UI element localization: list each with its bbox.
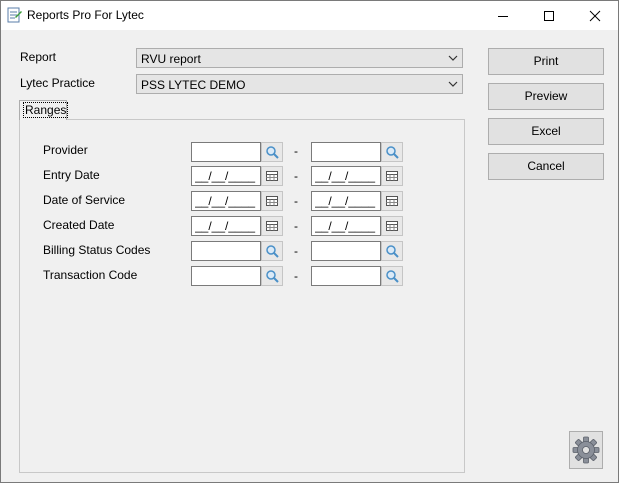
chevron-down-icon [448,81,458,87]
report-label: Report [20,50,57,64]
billing-status-codes-label: Billing Status Codes [43,243,151,257]
entry-date-from-input[interactable] [191,166,261,186]
preview-button[interactable]: Preview [488,83,604,110]
created-date-from-input[interactable] [191,216,261,236]
calendar-icon [386,196,398,206]
tab-ranges-label: Ranges [22,102,69,118]
date-of-service-label: Date of Service [43,193,126,207]
billing-status-to-input[interactable] [311,241,381,261]
app-icon [7,7,22,23]
provider-from-lookup-button[interactable] [261,142,283,162]
range-separator: - [294,219,298,233]
settings-button[interactable] [569,431,603,469]
magnifier-icon [266,146,279,159]
excel-button[interactable]: Excel [488,118,604,145]
provider-label: Provider [43,143,88,157]
maximize-icon [544,10,554,21]
magnifier-icon [386,270,399,283]
created-date-label: Created Date [43,218,115,232]
window-title: Reports Pro For Lytec [27,8,144,22]
entry-date-from-calendar-button[interactable] [261,166,283,186]
billing-status-from-lookup-button[interactable] [261,241,283,261]
calendar-icon [266,171,278,181]
main-window: Reports Pro For Lytec Report RVU report … [0,0,619,483]
minimize-icon [498,15,508,17]
close-button[interactable] [572,1,618,30]
created-date-to-calendar-button[interactable] [381,216,403,236]
date-of-service-from-calendar-button[interactable] [261,191,283,211]
gear-icon [572,436,600,464]
report-select-value: RVU report [141,52,201,66]
billing-status-from-input[interactable] [191,241,261,261]
transaction-code-to-lookup-button[interactable] [381,266,403,286]
range-separator: - [294,244,298,258]
range-separator: - [294,269,298,283]
maximize-button[interactable] [526,1,572,30]
entry-date-label: Entry Date [43,168,100,182]
practice-select-value: PSS LYTEC DEMO [141,78,246,92]
print-button[interactable]: Print [488,48,604,75]
title-bar: Reports Pro For Lytec [1,1,618,30]
date-of-service-to-input[interactable] [311,191,381,211]
range-separator: - [294,169,298,183]
magnifier-icon [266,270,279,283]
calendar-icon [266,196,278,206]
transaction-code-to-input[interactable] [311,266,381,286]
chevron-down-icon [448,55,458,61]
cancel-button[interactable]: Cancel [488,153,604,180]
provider-from-input[interactable] [191,142,261,162]
tab-ranges[interactable]: Ranges [19,100,69,120]
date-of-service-from-input[interactable] [191,191,261,211]
calendar-icon [386,171,398,181]
date-of-service-to-calendar-button[interactable] [381,191,403,211]
created-date-from-calendar-button[interactable] [261,216,283,236]
minimize-button[interactable] [480,1,526,30]
transaction-code-from-input[interactable] [191,266,261,286]
range-separator: - [294,144,298,158]
magnifier-icon [386,245,399,258]
practice-select[interactable]: PSS LYTEC DEMO [136,74,463,94]
close-icon [589,10,601,21]
practice-label: Lytec Practice [20,76,95,90]
billing-status-to-lookup-button[interactable] [381,241,403,261]
calendar-icon [266,221,278,231]
report-select[interactable]: RVU report [136,48,463,68]
magnifier-icon [386,146,399,159]
entry-date-to-input[interactable] [311,166,381,186]
provider-to-input[interactable] [311,142,381,162]
created-date-to-input[interactable] [311,216,381,236]
magnifier-icon [266,245,279,258]
entry-date-to-calendar-button[interactable] [381,166,403,186]
range-separator: - [294,194,298,208]
provider-to-lookup-button[interactable] [381,142,403,162]
transaction-code-from-lookup-button[interactable] [261,266,283,286]
calendar-icon [386,221,398,231]
transaction-code-label: Transaction Code [43,268,138,282]
